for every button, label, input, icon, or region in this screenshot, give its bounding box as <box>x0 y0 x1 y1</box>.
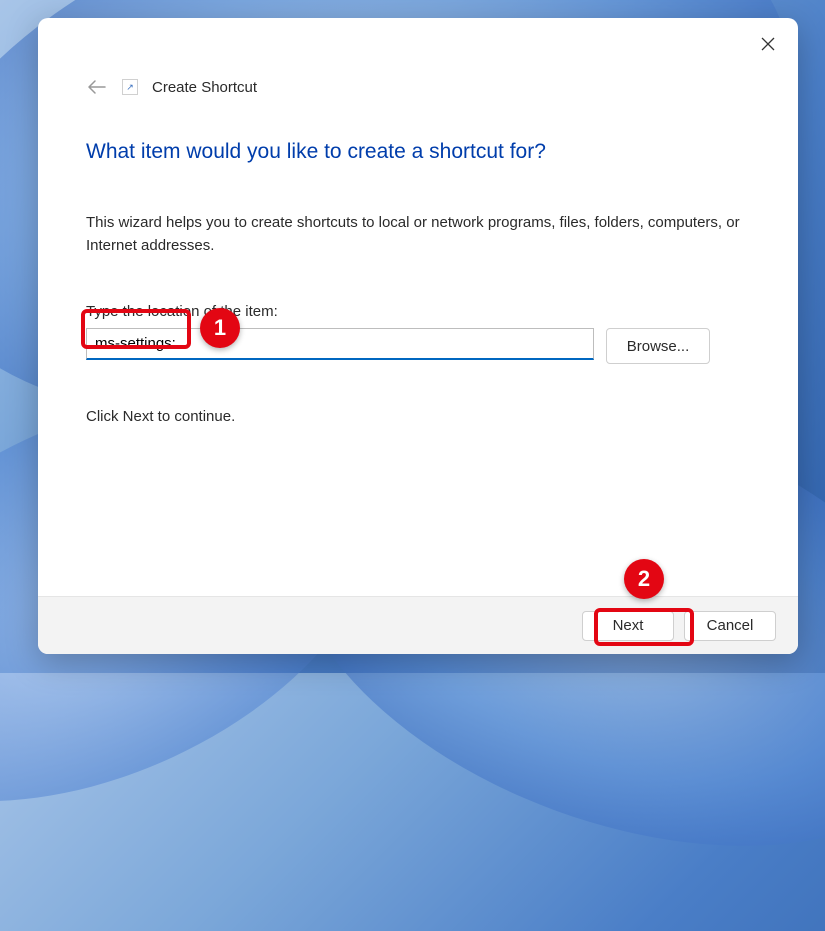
browse-button[interactable]: Browse... <box>606 328 710 364</box>
back-button[interactable] <box>86 76 108 98</box>
back-arrow-icon <box>87 79 107 95</box>
close-button[interactable] <box>756 32 780 56</box>
input-row: Browse... <box>86 328 750 364</box>
next-button[interactable]: Next <box>582 611 674 641</box>
dialog-content: What item would you like to create a sho… <box>38 98 798 596</box>
dialog-footer: Next Cancel <box>38 596 798 654</box>
dialog-title: Create Shortcut <box>152 79 257 96</box>
create-shortcut-dialog: Create Shortcut What item would you like… <box>38 18 798 654</box>
cancel-button[interactable]: Cancel <box>684 611 776 641</box>
shortcut-icon <box>122 79 138 95</box>
location-input[interactable] <box>86 328 594 360</box>
wizard-question: What item would you like to create a sho… <box>86 140 750 164</box>
wizard-description: This wizard helps you to create shortcut… <box>86 212 750 257</box>
close-icon <box>761 37 775 51</box>
dialog-header: Create Shortcut <box>38 18 798 98</box>
continue-hint: Click Next to continue. <box>86 408 750 425</box>
location-label: Type the location of the item: <box>86 303 750 320</box>
